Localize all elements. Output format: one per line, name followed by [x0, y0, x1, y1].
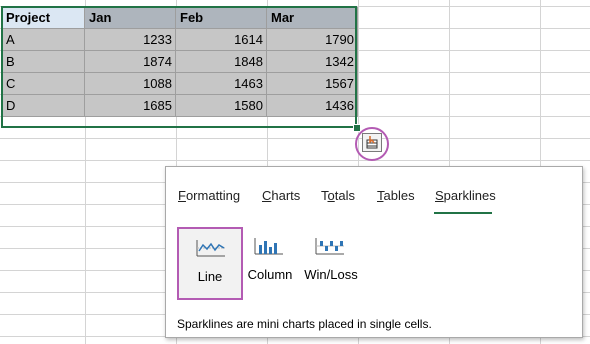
value-cell[interactable]: 1848 — [176, 51, 267, 73]
option-label: Line — [197, 269, 223, 284]
sparkline-column-icon — [254, 238, 283, 255]
value-cell[interactable]: 1567 — [267, 73, 358, 95]
project-cell[interactable]: B — [2, 51, 85, 73]
quick-analysis-popup: Formatting Charts Totals Tables Sparklin… — [165, 166, 583, 338]
project-cell[interactable]: C — [2, 73, 85, 95]
header-cell[interactable]: Project — [2, 7, 85, 29]
data-table: Project Jan Feb Mar A 1233 1614 1790 B 1… — [2, 7, 358, 117]
tab-tables[interactable]: Tables — [377, 188, 415, 203]
value-cell[interactable]: 1463 — [176, 73, 267, 95]
value-cell[interactable]: 1088 — [85, 73, 176, 95]
sparkline-winloss-icon — [315, 238, 344, 255]
tab-totals[interactable]: Totals — [321, 188, 355, 203]
value-cell[interactable]: 1790 — [267, 29, 358, 51]
tab-label: tals — [334, 188, 355, 203]
header-cell[interactable]: Feb — [176, 7, 267, 29]
quick-analysis-button[interactable] — [362, 133, 382, 152]
tab-mnemonic: o — [327, 188, 335, 203]
tab-label: parklines — [443, 188, 496, 203]
tab-sparklines[interactable]: Sparklines — [435, 188, 496, 203]
tab-mnemonic: C — [262, 188, 272, 203]
quick-analysis-icon — [366, 136, 378, 149]
value-cell[interactable]: 1685 — [85, 95, 176, 117]
header-cell[interactable]: Mar — [267, 7, 358, 29]
active-tab-indicator — [434, 212, 492, 214]
sparkline-line-option[interactable]: Line — [177, 227, 243, 300]
sparkline-line-icon — [196, 240, 225, 257]
project-cell[interactable]: D — [2, 95, 85, 117]
value-cell[interactable]: 1436 — [267, 95, 358, 117]
tab-formatting[interactable]: Formatting — [178, 188, 240, 203]
value-cell[interactable]: 1233 — [85, 29, 176, 51]
tab-label: ormatting — [185, 188, 241, 203]
option-label: Win/Loss — [304, 267, 358, 282]
tab-charts[interactable]: Charts — [262, 188, 300, 203]
option-label: Column — [247, 267, 293, 282]
value-cell[interactable]: 1342 — [267, 51, 358, 73]
tab-mnemonic: S — [435, 188, 444, 203]
header-cell[interactable]: Jan — [85, 7, 176, 29]
project-cell[interactable]: A — [2, 29, 85, 51]
tab-mnemonic: F — [178, 188, 186, 203]
tab-label: ables — [383, 188, 415, 203]
tab-label: harts — [271, 188, 301, 203]
sparkline-column-option[interactable]: Column — [237, 227, 303, 300]
value-cell[interactable]: 1874 — [85, 51, 176, 73]
sparkline-winloss-option[interactable]: Win/Loss — [298, 227, 364, 300]
popup-description: Sparklines are mini charts placed in sin… — [177, 317, 432, 331]
value-cell[interactable]: 1614 — [176, 29, 267, 51]
value-cell[interactable]: 1580 — [176, 95, 267, 117]
